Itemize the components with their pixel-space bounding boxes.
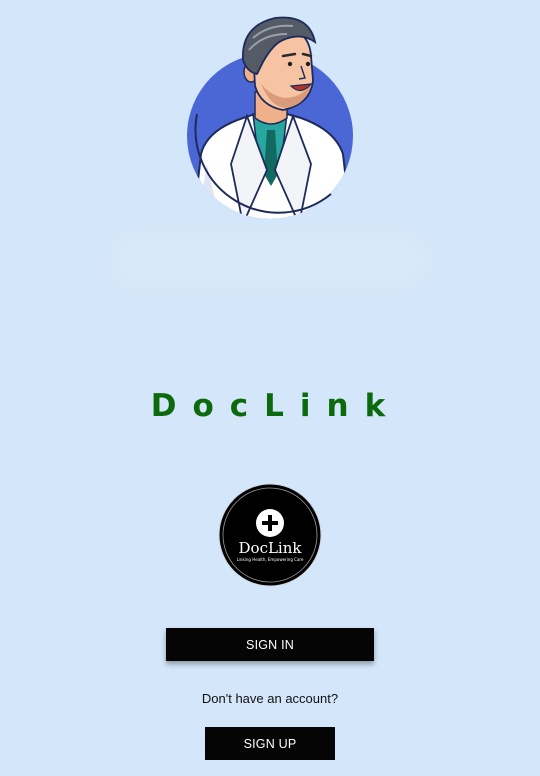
- logo-name: DocLink: [239, 539, 303, 557]
- app-title: DocLink: [150, 388, 402, 424]
- doctor-illustration: [183, 14, 359, 224]
- logo-tagline: Linking Health, Empowering Care: [237, 557, 304, 562]
- logo-icon: DocLink Linking Health, Empowering Care: [218, 483, 322, 587]
- decorative-glow: [120, 242, 420, 278]
- doctor-avatar-icon: [187, 16, 353, 219]
- signup-prompt: Don't have an account?: [201, 691, 339, 706]
- doclink-logo: DocLink Linking Health, Empowering Care: [218, 483, 322, 587]
- sign-in-button[interactable]: SIGN IN: [166, 628, 374, 661]
- sign-up-button[interactable]: SIGN UP: [205, 727, 335, 760]
